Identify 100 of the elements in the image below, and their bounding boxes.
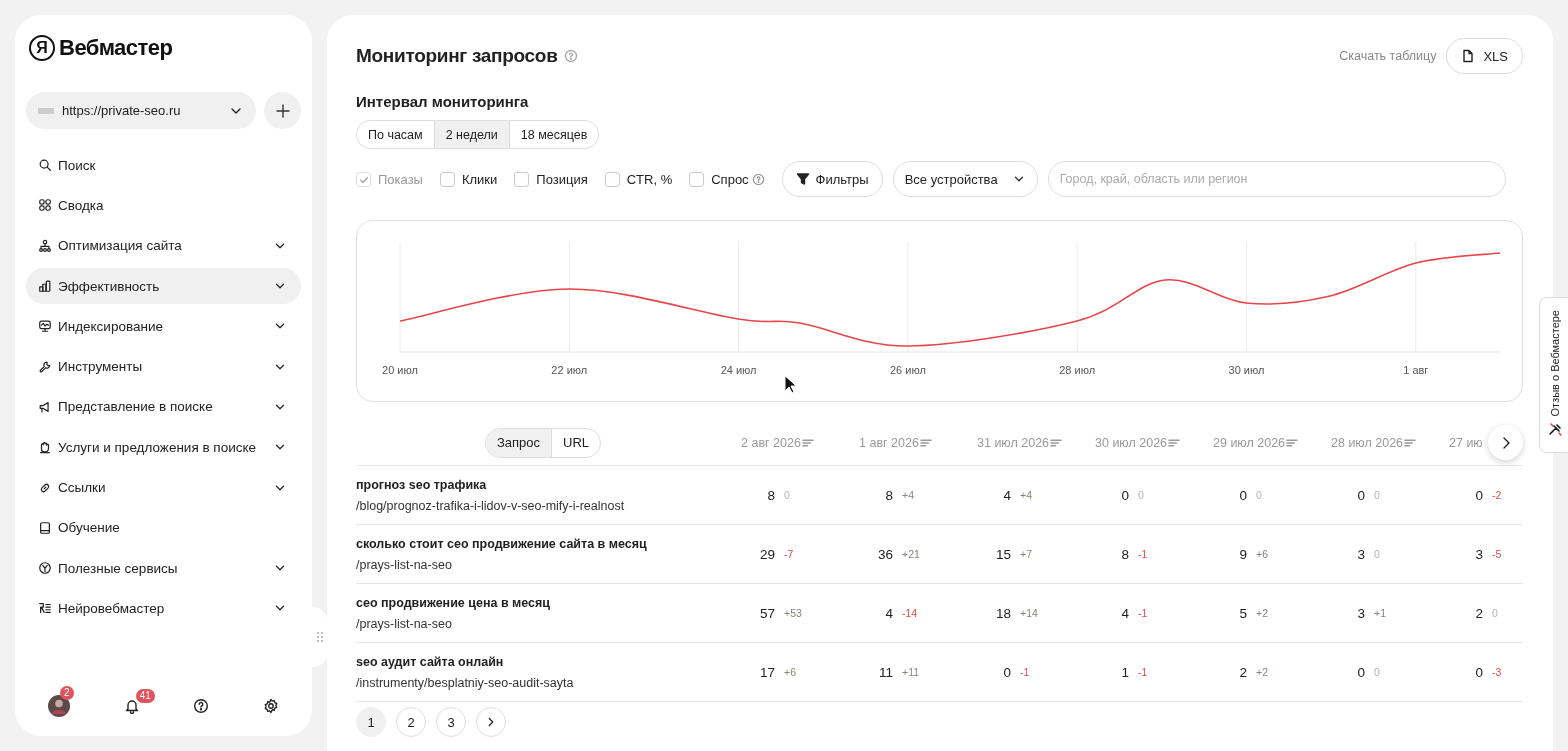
wrench-icon <box>38 359 52 374</box>
nav-item[interactable]: Поиск <box>26 147 301 184</box>
site-selector[interactable]: https://private-seo.ru <box>26 92 256 129</box>
plus-icon <box>274 102 291 119</box>
query-text: сколько стоит сео продвижение сайта в месяц <box>356 536 648 551</box>
sort-icon[interactable] <box>1286 437 1299 448</box>
nav-item[interactable]: Услуги и предложения в поиске <box>26 429 301 466</box>
cell-value: 0 <box>1356 664 1365 680</box>
nav-item[interactable]: Оптимизация сайта <box>26 227 301 264</box>
delta-value: -1 <box>1138 607 1148 619</box>
help-icon[interactable] <box>193 698 210 714</box>
cell-value: 0 <box>1474 487 1483 503</box>
delta-value: +2 <box>1256 607 1268 619</box>
nav-item[interactable]: Индексирование <box>26 308 301 345</box>
checkbox-label: Позиция <box>536 171 588 187</box>
logo-mark: Я <box>29 35 55 61</box>
checkbox[interactable] <box>604 171 620 187</box>
url-link[interactable]: /instrumenty/besplatniy-seo-audit-sayta <box>356 675 730 690</box>
delta-value: +6 <box>784 666 796 678</box>
cell-value: 8 <box>884 487 893 503</box>
cell-value: 4 <box>884 605 893 621</box>
cell-value: 11 <box>878 664 893 680</box>
count-badge: 41 <box>135 689 155 703</box>
settings-icon[interactable] <box>262 698 279 714</box>
book-icon <box>38 520 52 535</box>
delta-value: 0 <box>784 489 790 501</box>
monitor-icon <box>38 319 52 334</box>
url-link[interactable]: /prays-list-na-seo <box>356 557 730 572</box>
cell-value: 36 <box>876 546 893 562</box>
delta-value: +53 <box>784 607 802 619</box>
nav-item[interactable]: Инструменты <box>26 348 301 385</box>
checkbox[interactable] <box>514 171 530 187</box>
cell-value: 8 <box>766 487 775 503</box>
nav-item[interactable]: Полезные сервисы <box>26 549 301 587</box>
cell-value: 0 <box>1474 664 1483 680</box>
delta-value: +21 <box>902 548 920 560</box>
delta-value: +4 <box>902 489 914 501</box>
avatar[interactable] <box>48 695 70 717</box>
axis-label: 1 авг <box>1403 364 1429 376</box>
cell-value: 9 <box>1238 546 1247 562</box>
hierarchy-icon <box>38 238 52 253</box>
sort-icon[interactable] <box>1404 437 1417 448</box>
region-input[interactable]: Город, край, область или регион <box>1047 161 1506 197</box>
delta-value: -2 <box>1492 489 1502 501</box>
file-icon <box>1461 49 1476 63</box>
add-site-button[interactable] <box>264 92 301 129</box>
page-button[interactable]: 1 <box>356 707 386 737</box>
nav-item[interactable]: Представление в поиске <box>26 388 301 426</box>
delta-value: +14 <box>1020 607 1038 619</box>
delta-value: +1 <box>1374 607 1386 619</box>
mode-tab[interactable]: URL <box>551 428 601 457</box>
nav-item[interactable]: Обучение <box>26 509 301 546</box>
nav-item[interactable]: Ссылки <box>26 469 301 506</box>
site-favicon-icon <box>38 107 54 114</box>
delta-value: -14 <box>902 607 918 619</box>
checkbox-label: Показы <box>378 171 423 187</box>
url-link[interactable]: /blog/prognoz-trafika-i-lidov-v-seo-mify-i-realnost <box>356 498 730 513</box>
axis-label: 28 июл <box>1059 364 1096 376</box>
checkbox-label: Клики <box>461 171 498 187</box>
delta-value: 0 <box>1256 489 1262 501</box>
bell-icon[interactable] <box>123 698 140 714</box>
checkbox[interactable] <box>689 171 705 187</box>
hand-icon <box>38 440 52 455</box>
axis-label: 24 июл <box>720 364 757 376</box>
next-columns-button[interactable] <box>1488 425 1523 460</box>
delta-value: +4 <box>1020 489 1032 501</box>
cell-value: 2 <box>1238 664 1247 680</box>
mode-tab[interactable]: Запрос <box>485 428 552 457</box>
axis-label: 20 июл <box>382 364 418 376</box>
mouse-cursor-icon <box>784 375 798 395</box>
checkbox-label: CTR, % <box>626 171 673 187</box>
query-text: сео продвижение цена в месяц <box>356 595 551 610</box>
cell-value: 0 <box>1002 664 1011 680</box>
sort-icon[interactable] <box>1050 437 1063 448</box>
delta-value: +11 <box>902 666 920 678</box>
delta-value: -7 <box>784 548 794 560</box>
checkbox[interactable] <box>439 171 455 187</box>
interval-tab[interactable]: По часам <box>357 121 434 148</box>
download-label: Скачать таблицу <box>1339 49 1437 63</box>
bar-chart-icon <box>38 279 52 294</box>
axis-label: 22 июл <box>551 364 588 376</box>
sort-icon[interactable] <box>1168 437 1181 448</box>
drag-dots-icon <box>315 631 324 643</box>
checkbox-label: Спрос <box>711 171 749 187</box>
logo-text: Вебмастер <box>59 35 173 61</box>
sort-icon[interactable] <box>801 437 814 448</box>
cell-value: 1 <box>1120 664 1129 680</box>
nav-item[interactable]: Эффективность <box>26 267 301 305</box>
sort-icon[interactable] <box>919 437 932 448</box>
delta-value: -1 <box>1138 666 1148 678</box>
nav-item[interactable]: Сводка <box>26 187 301 224</box>
delta-value: 0 <box>1492 607 1498 619</box>
interval-tab[interactable]: 18 месяцев <box>508 121 599 148</box>
delta-value: +7 <box>1020 548 1032 560</box>
interval-tab[interactable]: 2 недели <box>433 121 509 148</box>
delta-value: +6 <box>1256 548 1268 560</box>
count-badge: 2 <box>60 686 74 700</box>
url-link[interactable]: /prays-list-na-seo <box>356 616 730 631</box>
nav-item[interactable]: Нейровебмастер <box>26 590 301 627</box>
wrench-icon <box>1547 422 1562 437</box>
